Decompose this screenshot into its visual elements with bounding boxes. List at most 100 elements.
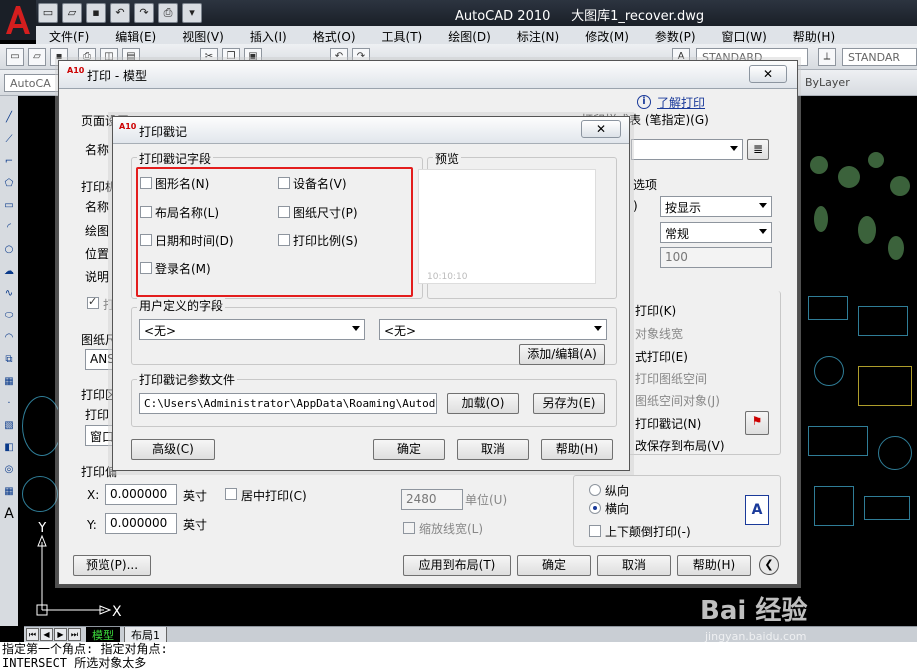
user-field-1-value: <无>	[144, 324, 177, 338]
circle-icon[interactable]: ○	[1, 242, 17, 258]
dim-style-combo[interactable]: STANDAR	[842, 48, 917, 66]
new-icon[interactable]: ▭	[38, 3, 58, 23]
chevron-down-icon	[594, 326, 602, 331]
menu-insert[interactable]: 插入(I)	[237, 26, 300, 44]
point-icon[interactable]: ·	[1, 396, 17, 412]
plot-stamp-settings-button[interactable]: ⚑	[745, 411, 769, 435]
svg-text:Y: Y	[37, 522, 47, 536]
collapse-options-button[interactable]: ❮	[759, 555, 779, 575]
edit-plot-style-button[interactable]: ≣	[747, 139, 769, 160]
option-save-to-layout[interactable]: 改保存到布局(V)	[635, 437, 725, 454]
autocad-logo-button[interactable]	[0, 0, 36, 40]
menu-window[interactable]: 窗口(W)	[709, 26, 780, 44]
apply-to-layout-button[interactable]: 应用到布局(T)	[403, 555, 511, 576]
workspace-combo[interactable]: AutoCA	[4, 74, 60, 92]
tab-model[interactable]: 模型	[86, 627, 120, 642]
region-icon[interactable]: ◎	[1, 462, 17, 478]
x-offset-input[interactable]: 0.000000	[105, 484, 177, 505]
open-icon[interactable]: ▱	[62, 3, 82, 23]
redo-icon[interactable]: ↷	[134, 3, 154, 23]
save-as-button[interactable]: 另存为(E)	[533, 393, 605, 414]
advanced-button[interactable]: 高级(C)	[131, 439, 215, 460]
option-plot-lineweights[interactable]: 打印(K)	[635, 302, 676, 319]
y-offset-label: Y:	[87, 518, 97, 532]
table-icon[interactable]: ▦	[1, 484, 17, 500]
ok-button[interactable]: 确定	[517, 555, 591, 576]
prev-tab-icon[interactable]: ◀	[40, 628, 53, 641]
portrait-radio[interactable]	[589, 484, 601, 496]
make-block-icon[interactable]: ▦	[1, 374, 17, 390]
cancel-button[interactable]: 取消	[597, 555, 671, 576]
user-field-1-select[interactable]: <无>	[139, 319, 365, 340]
cancel-button[interactable]: 取消	[457, 439, 529, 460]
polygon-icon[interactable]: ⬠	[1, 176, 17, 192]
learn-print-link[interactable]: 了解打印	[657, 94, 705, 111]
qat-dropdown-icon[interactable]: ▾	[182, 3, 202, 23]
user-field-2-select[interactable]: <无>	[379, 319, 607, 340]
tab-layout1[interactable]: 布局1	[124, 627, 167, 642]
plot-icon[interactable]: ⎙	[158, 3, 178, 23]
open-icon[interactable]: ▱	[28, 48, 46, 66]
option-plot-styles[interactable]: 式打印(E)	[635, 348, 688, 365]
undo-icon[interactable]: ↶	[110, 3, 130, 23]
help-button[interactable]: 帮助(H)	[677, 555, 751, 576]
dim-style-icon[interactable]: ⟂	[818, 48, 836, 66]
ellipse-arc-icon[interactable]: ◠	[1, 330, 17, 346]
center-plot-checkbox[interactable]	[225, 488, 237, 500]
option-hide-paperspace[interactable]: 图纸空间对象(J)	[635, 392, 720, 409]
save-icon[interactable]: ▪	[86, 3, 106, 23]
help-button[interactable]: 帮助(H)	[541, 439, 613, 460]
menu-parametric[interactable]: 参数(P)	[642, 26, 709, 44]
menu-tools[interactable]: 工具(T)	[369, 26, 436, 44]
hatch-icon[interactable]: ▧	[1, 418, 17, 434]
landscape-radio[interactable]	[589, 502, 601, 514]
print-to-file-checkbox[interactable]	[87, 295, 99, 309]
scale-units-input[interactable]: 2480	[401, 489, 463, 510]
menu-draw[interactable]: 绘图(D)	[435, 26, 504, 44]
menu-help[interactable]: 帮助(H)	[780, 26, 848, 44]
arc-icon[interactable]: ◜	[1, 220, 17, 236]
plot-style-table-select[interactable]	[631, 139, 743, 160]
scale-lineweights-checkbox[interactable]	[403, 522, 415, 534]
xline-icon[interactable]: ⟋	[1, 132, 17, 148]
command-line[interactable]: 指定第一个角点: 指定对角点: INTERSECT 所选对象太多	[0, 642, 917, 672]
y-offset-input[interactable]: 0.000000	[105, 513, 177, 534]
dpi-input[interactable]: 100	[660, 247, 772, 268]
polyline-icon[interactable]: ⌐	[1, 154, 17, 170]
what-to-plot-select[interactable]: 窗口	[85, 425, 115, 446]
rectangle-icon[interactable]: ▭	[1, 198, 17, 214]
revcloud-icon[interactable]: ☁	[1, 264, 17, 280]
gradient-icon[interactable]: ◧	[1, 440, 17, 456]
preview-button[interactable]: 预览(P)...	[73, 555, 151, 576]
close-button[interactable]: ✕	[581, 120, 621, 138]
quality-select[interactable]: 常规	[660, 222, 772, 243]
menu-format[interactable]: 格式(O)	[300, 26, 369, 44]
load-button[interactable]: 加载(O)	[447, 393, 519, 414]
upside-down-checkbox[interactable]	[589, 525, 601, 537]
option-plot-stamp[interactable]: 打印戳记(N)	[635, 415, 701, 432]
close-button[interactable]: ✕	[749, 65, 787, 83]
option-paperspace-last[interactable]: 打印图纸空间	[635, 370, 707, 387]
shade-plot-select[interactable]: 按显示	[660, 196, 772, 217]
line-icon[interactable]: ╱	[1, 110, 17, 126]
ellipse-icon[interactable]: ⬭	[1, 308, 17, 324]
bylayer-label[interactable]: ByLayer	[800, 74, 917, 92]
menu-file[interactable]: 文件(F)	[36, 26, 102, 44]
mtext-icon[interactable]: A	[1, 506, 17, 522]
next-tab-icon[interactable]: ▶	[54, 628, 67, 641]
menu-modify[interactable]: 修改(M)	[572, 26, 642, 44]
menu-dimension[interactable]: 标注(N)	[504, 26, 572, 44]
shade-plot-label: )	[633, 199, 638, 213]
spline-icon[interactable]: ∿	[1, 286, 17, 302]
paper-size-select[interactable]: ANSI	[85, 349, 115, 370]
insert-block-icon[interactable]: ⧉	[1, 352, 17, 368]
param-file-path-input[interactable]: C:\Users\Administrator\AppData\Roaming\A…	[139, 393, 437, 414]
menu-edit[interactable]: 编辑(E)	[102, 26, 169, 44]
new-icon[interactable]: ▭	[6, 48, 24, 66]
ok-button[interactable]: 确定	[373, 439, 445, 460]
last-tab-icon[interactable]: ⏭	[68, 628, 81, 641]
option-object-lineweights[interactable]: 对象线宽	[635, 325, 683, 342]
menu-view[interactable]: 视图(V)	[169, 26, 237, 44]
first-tab-icon[interactable]: ⏮	[26, 628, 39, 641]
add-edit-button[interactable]: 添加/编辑(A)	[519, 344, 605, 365]
